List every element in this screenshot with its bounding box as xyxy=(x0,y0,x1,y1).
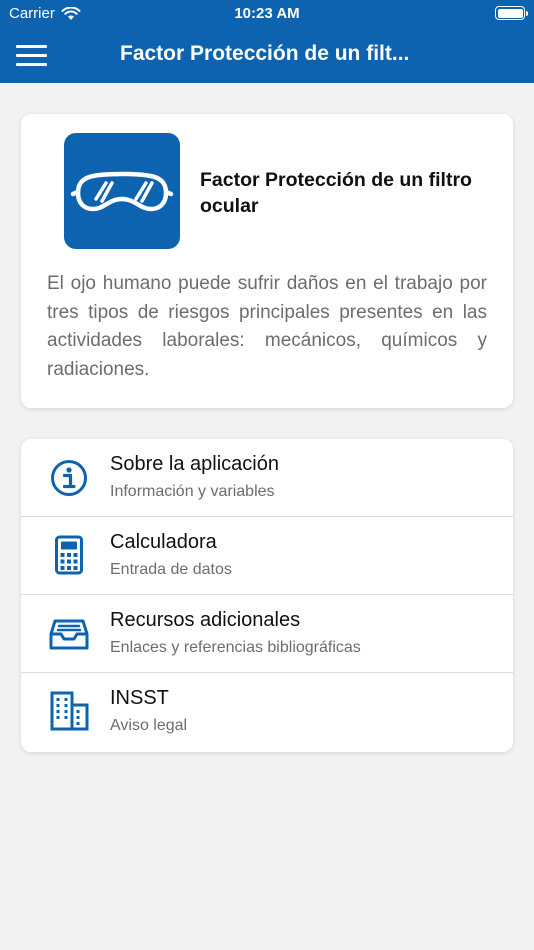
calculator-icon xyxy=(47,534,91,578)
main-menu-list: Sobre la aplicación Información y variab… xyxy=(21,439,513,752)
battery-icon xyxy=(495,6,528,20)
info-icon xyxy=(47,456,91,500)
safety-goggles-icon xyxy=(64,133,180,249)
menu-item-about[interactable]: Sobre la aplicación Información y variab… xyxy=(21,439,513,517)
battery-level xyxy=(497,8,523,18)
menu-item-title: Recursos adicionales xyxy=(110,609,301,631)
menu-item-subtitle: Entrada de datos xyxy=(110,561,232,578)
status-bar: Carrier 10:23 AM xyxy=(0,0,534,28)
menu-item-title: INSST xyxy=(110,687,169,709)
app-info-card: Factor Protección de un filtro ocular El… xyxy=(21,114,513,408)
menu-item-resources[interactable]: Recursos adicionales Enlaces y referenci… xyxy=(21,595,513,673)
app-title: Factor Protección de un filtro ocular xyxy=(200,169,472,217)
app-description: El ojo humano puede sufrir daños en el t… xyxy=(47,273,487,380)
menu-item-subtitle: Información y variables xyxy=(110,483,275,500)
app-header: Carrier 10:23 AM Factor Protección de un… xyxy=(0,0,534,83)
page-title: Factor Protección de un filt... xyxy=(120,42,410,65)
menu-item-subtitle: Aviso legal xyxy=(110,717,188,734)
menu-item-subtitle: Enlaces y referencias bibliográficas xyxy=(110,639,361,656)
menu-item-title: Calculadora xyxy=(110,531,217,553)
status-time: 10:23 AM xyxy=(234,5,300,22)
menu-item-insst[interactable]: INSST Aviso legal xyxy=(21,673,513,751)
inbox-tray-icon xyxy=(47,612,91,656)
menu-item-title: Sobre la aplicación xyxy=(110,453,279,475)
menu-item-calculator[interactable]: Calculadora Entrada de datos xyxy=(21,517,513,595)
hamburger-menu-icon[interactable] xyxy=(16,42,48,68)
navigation-bar: Factor Protección de un filt... xyxy=(0,28,534,83)
building-icon xyxy=(47,690,91,734)
